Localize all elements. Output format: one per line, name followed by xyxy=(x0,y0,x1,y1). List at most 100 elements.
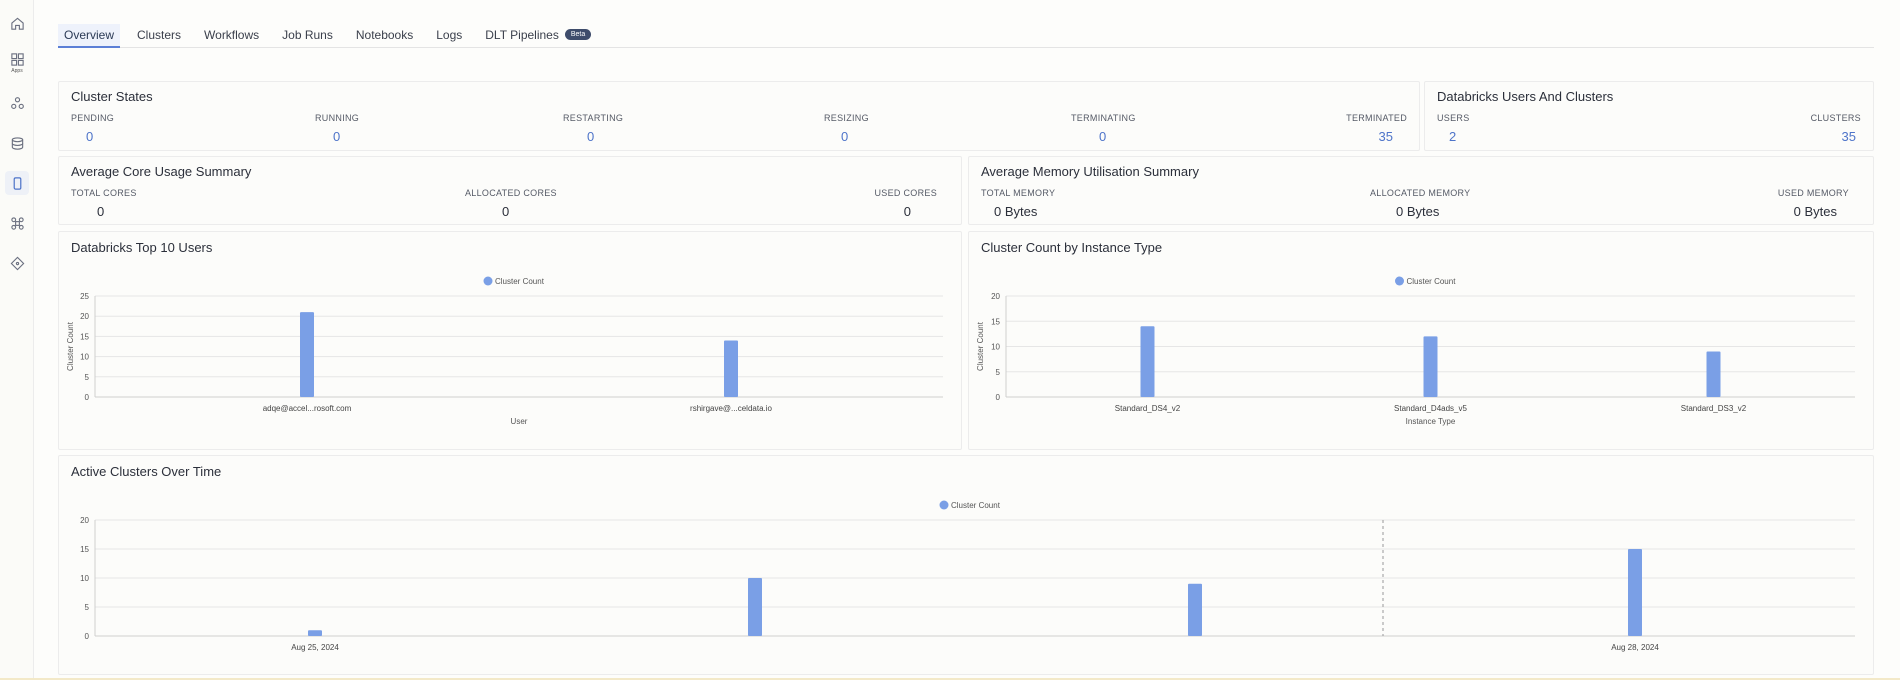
bar xyxy=(308,630,322,636)
tab-clusters[interactable]: Clusters xyxy=(131,24,187,48)
stat-label-used-memory: USED MEMORY xyxy=(1777,188,1849,198)
stat-value-terminating[interactable]: 0 xyxy=(1099,129,1106,144)
tab-label: Logs xyxy=(436,28,463,42)
x-tick-label: Standard_DS4_v2 xyxy=(1115,404,1181,413)
sidebar: Apps xyxy=(0,0,34,680)
tab-label: Job Runs xyxy=(282,28,333,42)
bar xyxy=(1140,326,1155,397)
stat-label-used-cores: USED CORES xyxy=(874,188,937,198)
x-tick-label: Aug 28, 2024 xyxy=(1611,643,1659,652)
hub-icon[interactable] xyxy=(5,91,29,115)
card-title: Databricks Users And Clusters xyxy=(1437,89,1614,104)
tab-label: Workflows xyxy=(204,28,260,42)
y-axis-label: Cluster Count xyxy=(976,321,985,371)
home-icon[interactable] xyxy=(5,11,29,35)
x-tick-label: rshirgave@...celdata.io xyxy=(690,404,772,413)
memory-usage-card: Average Memory Utilisation Summary TOTAL… xyxy=(968,156,1874,225)
y-tick-label: 5 xyxy=(85,603,90,612)
diamond-icon[interactable] xyxy=(5,251,29,275)
tab-bar: Overview Clusters Workflows Job Runs Not… xyxy=(58,24,1874,48)
bar xyxy=(724,340,738,397)
bar xyxy=(1706,351,1721,397)
y-tick-label: 25 xyxy=(80,292,89,301)
stat-label-total-memory: TOTAL MEMORY xyxy=(981,188,1056,198)
storage-icon[interactable] xyxy=(5,131,29,155)
stat-label-terminating: TERMINATING xyxy=(1071,113,1136,123)
command-icon[interactable] xyxy=(5,211,29,235)
core-usage-card: Average Core Usage Summary TOTAL CORES 0… xyxy=(58,156,962,225)
legend-marker xyxy=(1395,276,1404,286)
tab-label: Clusters xyxy=(137,28,182,42)
y-tick-label: 0 xyxy=(85,393,90,402)
y-tick-label: 10 xyxy=(991,343,1000,352)
bar xyxy=(1628,549,1642,636)
cluster-states-card: Cluster States PENDING 0 RUNNING 0 RESTA… xyxy=(58,81,1420,151)
y-tick-label: 20 xyxy=(80,516,89,525)
stat-label-terminated: TERMINATED xyxy=(1346,113,1407,123)
stat-value-users[interactable]: 2 xyxy=(1449,129,1456,144)
tab-workflows[interactable]: Workflows xyxy=(198,24,265,48)
x-tick-label: adqe@accel...rosoft.com xyxy=(263,404,352,413)
stat-value-restarting[interactable]: 0 xyxy=(587,129,594,144)
y-tick-label: 0 xyxy=(85,632,90,641)
tab-notebooks[interactable]: Notebooks xyxy=(350,24,419,48)
y-tick-label: 10 xyxy=(80,574,89,583)
y-tick-label: 5 xyxy=(85,373,90,382)
stat-value-used-memory: 0 Bytes xyxy=(1793,204,1837,219)
tab-label: Notebooks xyxy=(355,28,414,42)
y-tick-label: 15 xyxy=(80,332,89,341)
y-tick-label: 0 xyxy=(996,393,1001,402)
legend-label: Cluster Count xyxy=(1407,277,1457,286)
tab-overview[interactable]: Overview xyxy=(58,24,121,48)
x-tick-label: Standard_DS3_v2 xyxy=(1681,404,1747,413)
stat-label-total-cores: TOTAL CORES xyxy=(71,188,137,198)
tab-label: Overview xyxy=(64,28,115,42)
device-icon[interactable] xyxy=(5,171,29,195)
bar xyxy=(300,312,314,397)
stat-label-clusters: CLUSTERS xyxy=(1810,113,1861,123)
stat-value-used-cores: 0 xyxy=(903,204,911,219)
tab-dlt-pipelines[interactable]: DLT Pipelines Beta xyxy=(479,24,597,48)
legend-marker xyxy=(939,500,949,510)
legend-label: Cluster Count xyxy=(951,501,1001,510)
top-users-card: Databricks Top 10 Users 0 5 10 15 20 25 Cluste… xyxy=(58,231,962,450)
tab-logs[interactable]: Logs xyxy=(430,24,468,48)
card-title: Average Memory Utilisation Summary xyxy=(981,164,1199,179)
x-axis-label: User xyxy=(511,417,528,426)
stat-value-terminated[interactable]: 35 xyxy=(1379,129,1393,144)
y-tick-label: 5 xyxy=(996,368,1001,377)
stat-value-resizing[interactable]: 0 xyxy=(841,129,848,144)
legend-label: Cluster Count xyxy=(495,277,545,286)
y-tick-label: 20 xyxy=(80,312,89,321)
legend-marker xyxy=(483,276,493,286)
y-axis-label: Cluster Count xyxy=(66,321,75,371)
bar xyxy=(748,578,762,636)
bar xyxy=(1188,583,1202,636)
bar xyxy=(1423,336,1438,397)
top-users-chart: 0 5 10 15 20 25 Cluster Count Cluster Count adqe… xyxy=(66,276,943,426)
instance-type-card: Cluster Count by Instance Type 0 5 10 15 20 C… xyxy=(968,231,1874,450)
instance-type-chart: 0 5 10 15 20 Cluster Count Cluster Count Standa… xyxy=(976,276,1855,426)
apps-label: Apps xyxy=(11,68,23,74)
y-tick-label: 15 xyxy=(80,545,89,554)
users-clusters-card: Databricks Users And Clusters USERS 2 CL… xyxy=(1424,81,1874,151)
stat-label-allocated-cores: ALLOCATED CORES xyxy=(465,188,557,198)
tab-job-runs[interactable]: Job Runs xyxy=(276,24,339,48)
stat-value-allocated-cores: 0 xyxy=(502,204,510,219)
card-title: Average Core Usage Summary xyxy=(71,164,252,179)
x-axis-label: Instance Type xyxy=(1406,417,1456,426)
stat-value-total-memory: 0 Bytes xyxy=(994,204,1038,219)
stat-label-pending: PENDING xyxy=(71,113,115,123)
x-tick-label: Aug 25, 2024 xyxy=(291,643,339,652)
stat-value-clusters[interactable]: 35 xyxy=(1842,129,1856,144)
x-tick-label: Standard_D4ads_v5 xyxy=(1394,404,1467,413)
stat-value-pending[interactable]: 0 xyxy=(86,129,93,144)
beta-badge: Beta xyxy=(564,29,592,40)
stat-label-running: RUNNING xyxy=(315,113,360,123)
stat-label-restarting: RESTARTING xyxy=(563,113,624,123)
tab-label: DLT Pipelines xyxy=(485,28,559,42)
active-clusters-card: Active Clusters Over Time 0 5 10 15 20 Cluste… xyxy=(58,455,1874,675)
stat-label-users: USERS xyxy=(1437,113,1470,123)
y-tick-label: 15 xyxy=(991,317,1000,326)
stat-value-running[interactable]: 0 xyxy=(333,129,340,144)
